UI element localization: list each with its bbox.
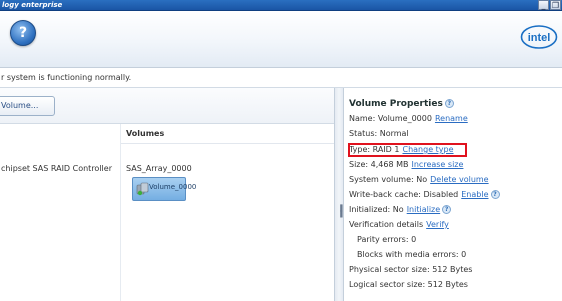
property-verification: Verification details (349, 220, 424, 229)
initialize-link[interactable]: Initialize (407, 205, 440, 214)
rename-link[interactable]: Rename (435, 114, 468, 123)
window-title: logy enterprise (2, 1, 63, 9)
pane-splitter[interactable]: ▐ ▐ (334, 88, 344, 301)
property-system-volume: System volume: No (349, 175, 428, 184)
property-initialized: Initialized: No (349, 205, 404, 214)
status-text: r system is functioning normally. (1, 73, 132, 82)
minimize-button[interactable]: _ (538, 0, 549, 10)
create-volume-button[interactable]: Volume... (0, 96, 55, 116)
help-icon[interactable]: ? (442, 205, 452, 214)
property-verification-row: Verification details Verify (349, 220, 449, 229)
properties-title-text: Volume Properties (349, 99, 443, 109)
intel-logo: intel (520, 25, 558, 49)
app-header: ? intel (0, 11, 562, 68)
volume-tile[interactable]: Volume_0000 (132, 177, 196, 201)
property-name-row: Name: Volume_0000 Rename (349, 114, 468, 123)
status-bar: r system is functioning normally. (0, 68, 562, 88)
volume-label: Volume_0000 (149, 183, 197, 191)
property-media-errors: Blocks with media errors: 0 (357, 250, 467, 259)
restore-button[interactable]: ❐ (550, 0, 561, 10)
enable-link[interactable]: Enable (461, 190, 488, 199)
window-titlebar: logy enterprise _ ❐ (0, 0, 562, 11)
array-label[interactable]: SAS_Array_0000 (126, 164, 192, 173)
delete-volume-link[interactable]: Delete volume (430, 175, 488, 184)
help-icon[interactable]: ? (444, 99, 454, 108)
property-size: Size: 4,468 MB (349, 160, 409, 169)
splitter-grip-icon: ▐ ▐ (338, 205, 343, 218)
verify-link[interactable]: Verify (426, 220, 449, 229)
volumes-header-label: Volumes (126, 129, 165, 138)
type-row-highlight (348, 143, 467, 157)
increase-size-link[interactable]: Increase size (412, 160, 464, 169)
help-icon[interactable]: ? (10, 20, 36, 46)
property-parity-errors: Parity errors: 0 (357, 235, 417, 244)
property-system-volume-row: System volume: No Delete volume (349, 175, 489, 184)
property-status: Status: Normal (349, 129, 409, 138)
property-size-row: Size: 4,468 MB Increase size (349, 160, 463, 169)
storage-pane (0, 124, 334, 301)
property-initialized-row: Initialized: No Initialize? (349, 205, 452, 214)
window-controls: _ ❐ (538, 0, 561, 11)
property-write-back: Write-back cache: Disabled (349, 190, 459, 199)
volume-properties-pane: Volume Properties? Name: Volume_0000 Rena… (344, 88, 562, 301)
pane-divider (120, 124, 121, 301)
property-name: Name: Volume_0000 (349, 114, 432, 123)
toolbar: Volume... (0, 88, 334, 124)
help-icon[interactable]: ? (490, 190, 500, 199)
volumes-header: Volumes (121, 124, 334, 144)
properties-title: Volume Properties? (349, 99, 454, 109)
volume-disk-icon (136, 182, 149, 196)
controller-label[interactable]: chipset SAS RAID Controller (1, 164, 112, 173)
property-write-back-row: Write-back cache: Disabled Enable? (349, 190, 500, 199)
svg-text:intel: intel (528, 32, 551, 44)
property-logical-sector: Logical sector size: 512 Bytes (349, 280, 468, 289)
property-physical-sector: Physical sector size: 512 Bytes (349, 265, 473, 274)
